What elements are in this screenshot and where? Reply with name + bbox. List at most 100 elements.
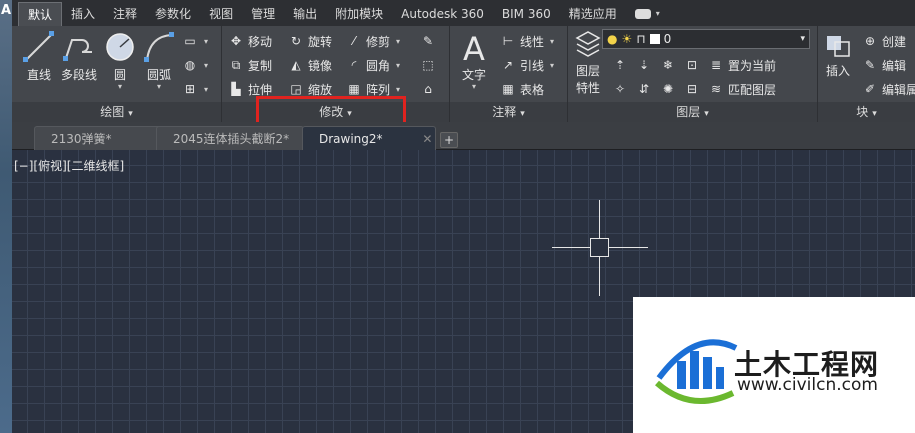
tab-output[interactable]: 输出: [284, 2, 326, 26]
linear-dimension-button[interactable]: ⊢ 线性 ▾: [500, 30, 554, 52]
mirror-button[interactable]: ◭ 镜像: [288, 54, 332, 76]
tab-parametric[interactable]: 参数化: [146, 2, 200, 26]
text-button[interactable]: A 文字 ▾: [454, 30, 494, 91]
leader-icon: ↗: [502, 58, 514, 72]
fillet-button[interactable]: ◜ 圆角 ▾: [346, 54, 400, 76]
color-swatch: [649, 34, 660, 44]
tab-autodesk-360[interactable]: Autodesk 360: [392, 2, 493, 26]
viewport-controls[interactable]: [−][俯视][二维线框]: [14, 157, 124, 174]
fillet-icon: ◜: [351, 58, 357, 72]
circle-button[interactable]: 圆 ▾: [100, 30, 140, 91]
rectangle-icon: ▭: [184, 34, 196, 48]
chevron-down-icon: ▾: [471, 82, 476, 91]
match-layer-button[interactable]: ≋ 匹配图层: [708, 78, 776, 100]
text-icon: A: [463, 30, 485, 64]
boundary-button[interactable]: ⊞ ▾: [182, 78, 208, 100]
layer-unisolate-button[interactable]: ⇵: [636, 78, 652, 100]
tab-annotate[interactable]: 注释: [104, 2, 146, 26]
unlock-icon: ⊓: [636, 32, 646, 46]
panel-block-footer[interactable]: 块 ▾: [818, 102, 915, 122]
layer-on-button[interactable]: ✧: [612, 78, 628, 100]
insert-block-icon: [827, 36, 850, 57]
ribbon: 直线 多段线 圆 ▾ 圆弧 ▾ ▭ ▾ ◍ ▾ ⊞ ▾ 绘图 ▾ ✥ 移动 ↻ 旋转 ⁄ 修剪…: [12, 26, 915, 122]
copy-icon: ⧉: [231, 57, 241, 72]
app-strip: A: [0, 0, 12, 433]
doc-tab-spring[interactable]: 2130弹簧*: [34, 126, 164, 150]
tab-insert[interactable]: 插入: [62, 2, 104, 26]
edit-attribute-button[interactable]: ✐ 编辑属: [862, 78, 915, 100]
panel-draw: 直线 多段线 圆 ▾ 圆弧 ▾ ▭ ▾ ◍ ▾ ⊞ ▾ 绘图 ▾: [12, 26, 222, 122]
ribbon-toggle-icon: [634, 9, 651, 19]
trim-button[interactable]: ⁄ 修剪 ▾: [346, 30, 400, 52]
doc-tab-plug[interactable]: 2045连体插头截断2*: [156, 126, 304, 150]
polyline-button[interactable]: 多段线: [54, 30, 104, 83]
chevron-down-icon: ▾: [704, 109, 709, 119]
close-icon[interactable]: ✕: [422, 132, 432, 146]
set-current-button[interactable]: ≣ 置为当前: [708, 54, 776, 76]
chevron-down-icon: ▾: [655, 9, 660, 18]
line-icon: [23, 31, 54, 62]
move-button[interactable]: ✥ 移动: [228, 30, 272, 52]
ribbon-display-toggle[interactable]: ▾: [626, 2, 669, 26]
hatch-icon: ◍: [184, 58, 196, 72]
current-layer-name: 0: [663, 32, 672, 46]
table-button[interactable]: ▦ 表格: [500, 78, 544, 100]
tab-default[interactable]: 默认: [18, 2, 63, 26]
erase-button[interactable]: ✎: [420, 30, 436, 52]
edit-block-button[interactable]: ✎ 编辑: [862, 54, 906, 76]
panel-annotation-footer[interactable]: 注释 ▾: [450, 102, 567, 122]
layer-thaw-icon: ✺: [662, 82, 674, 96]
layer-unisolate-icon: ⇵: [638, 82, 650, 96]
tab-view[interactable]: 视图: [200, 2, 242, 26]
rectangle-button[interactable]: ▭ ▾: [182, 30, 208, 52]
watermark-url: www.civilcn.com: [737, 375, 878, 395]
document-tab-bar: 2130弹簧* 2045连体插头截断2* Drawing2* ✕ +: [12, 122, 915, 150]
tab-featured-apps[interactable]: 精选应用: [560, 2, 626, 26]
layer-freeze-button[interactable]: ❄: [660, 54, 676, 76]
arc-icon: [144, 32, 174, 62]
chevron-down-icon: ▾: [156, 82, 161, 91]
hatch-button[interactable]: ◍ ▾: [182, 54, 208, 76]
scale-icon: ◲: [290, 82, 302, 96]
layer-lock-button[interactable]: ⊡: [684, 54, 700, 76]
new-tab-button[interactable]: +: [440, 132, 458, 148]
explode-button[interactable]: ⬚: [420, 54, 436, 76]
layer-off-button[interactable]: ⇡: [612, 54, 628, 76]
create-block-icon: ⊕: [864, 34, 876, 48]
layer-isolate-button[interactable]: ⇣: [636, 54, 652, 76]
set-current-icon: ≣: [710, 58, 722, 72]
offset-icon: ⌂: [424, 82, 432, 96]
arc-label: 圆弧: [146, 68, 171, 82]
ribbon-tab-bar: 默认 插入 注释 参数化 视图 管理 输出 附加模块 Autodesk 360 …: [12, 0, 915, 26]
lightbulb-icon: ●: [607, 32, 618, 46]
tab-addins[interactable]: 附加模块: [326, 2, 392, 26]
layer-unlock-icon: ⊟: [686, 82, 698, 96]
polyline-icon: [63, 39, 92, 61]
circle-label: 圆: [113, 68, 126, 82]
tab-manage[interactable]: 管理: [242, 2, 284, 26]
circle-icon: [106, 33, 134, 61]
layer-unlock-button[interactable]: ⊟: [684, 78, 700, 100]
arc-button[interactable]: 圆弧 ▾: [138, 30, 180, 91]
create-block-button[interactable]: ⊕ 创建: [862, 30, 906, 52]
layer-properties-button[interactable]: 图层 特性: [570, 30, 606, 96]
panel-draw-footer[interactable]: 绘图 ▾: [12, 102, 221, 122]
polyline-label: 多段线: [60, 68, 97, 82]
doc-tab-drawing2[interactable]: Drawing2* ✕: [302, 126, 436, 150]
array-icon: ▦: [348, 82, 360, 96]
offset-button[interactable]: ⌂: [420, 78, 436, 100]
explode-icon: ⬚: [422, 58, 434, 72]
layer-dropdown[interactable]: ● ☀ ⊓ 0 ▾: [602, 29, 810, 49]
watermark: 土木工程网 www.civilcn.com: [633, 297, 915, 433]
layer-thaw-button[interactable]: ✺: [660, 78, 676, 100]
rotate-button[interactable]: ↻ 旋转: [288, 30, 332, 52]
leader-button[interactable]: ↗ 引线 ▾: [500, 54, 554, 76]
trim-icon: ⁄: [352, 34, 355, 48]
copy-button[interactable]: ⧉ 复制: [228, 54, 272, 76]
app-logo[interactable]: A: [1, 3, 11, 18]
layer-off-icon: ⇡: [614, 58, 626, 72]
move-icon: ✥: [230, 34, 242, 48]
insert-block-button[interactable]: 插入: [820, 30, 856, 79]
panel-layers-footer[interactable]: 图层 ▾: [568, 102, 817, 122]
tab-bim-360[interactable]: BIM 360: [493, 2, 560, 26]
